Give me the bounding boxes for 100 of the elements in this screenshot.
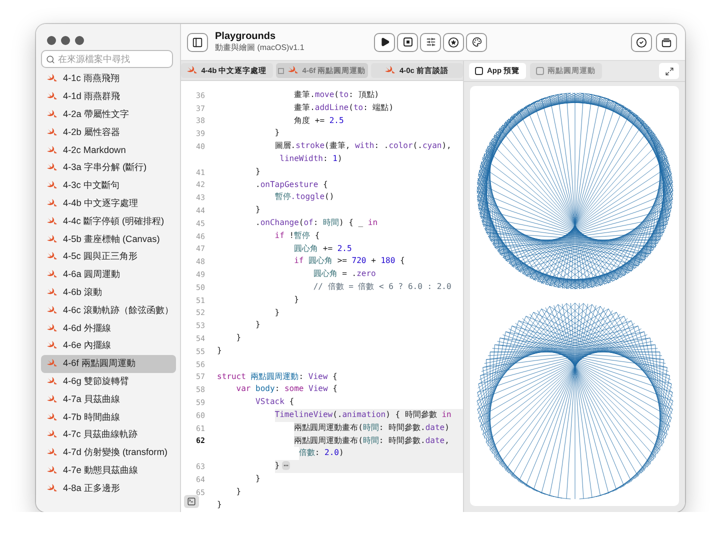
code-line: } — [236, 332, 242, 344]
sidebar-item[interactable]: 4-6f 兩點圓周運動 — [41, 354, 176, 373]
code-line: 角度 += 2.5 — [294, 114, 345, 127]
bird-icon — [47, 448, 57, 458]
sliders-button[interactable] — [420, 32, 441, 52]
code-line: 圓心角 += 2.5 — [294, 242, 353, 255]
sidebar-item[interactable]: 4-7c 貝茲曲線軌跡 — [41, 426, 176, 444]
sidebar-item[interactable]: 4-7a 貝茲曲線 — [41, 390, 176, 408]
sidebar-item[interactable]: 4-5c 圓與正三角形 — [41, 248, 176, 266]
stop-button[interactable] — [397, 32, 418, 52]
sliders-icon — [426, 37, 436, 47]
bird-icon — [47, 234, 57, 244]
bird-icon — [47, 74, 57, 84]
sidebar-item[interactable]: 4-7b 時間曲線 — [41, 408, 176, 426]
bird-icon — [47, 252, 57, 262]
sidebar-item[interactable]: 4-6d 外擺線 — [41, 319, 176, 337]
sidebar-item[interactable]: 4-6e 內擺線 — [41, 336, 176, 355]
bird-icon — [47, 466, 57, 475]
code-line: } — [274, 127, 281, 140]
code-line: } — [256, 472, 262, 485]
sidebar-item[interactable]: 4-4b 中文逐字處理 — [41, 194, 176, 212]
bird-icon — [47, 163, 57, 172]
code-line: 暫停.toggle() — [274, 191, 336, 204]
code-line: 圓心角 = .zero — [313, 268, 377, 280]
bird-icon — [47, 288, 57, 297]
app-icon — [475, 67, 483, 75]
sidebar-toggle-button[interactable] — [187, 32, 208, 52]
expand-button[interactable] — [659, 63, 679, 79]
bird-icon — [47, 198, 57, 208]
bird-icon — [385, 66, 396, 75]
search-placeholder: 在來源檔案中尋找 — [58, 52, 130, 66]
search-icon — [46, 54, 55, 64]
sidebar-item[interactable]: 4-4c 斷字停頓 (明確排程) — [41, 212, 176, 230]
bird-icon — [47, 216, 57, 226]
bird-icon — [47, 412, 57, 422]
star-icon — [448, 36, 459, 48]
sidebar-item[interactable]: 4-2a 帶屬性文字 — [41, 106, 176, 124]
window-title: Playgrounds — [215, 31, 277, 42]
sidebar-item[interactable]: 4-1d 雨燕群飛 — [41, 88, 176, 106]
bird-icon — [47, 92, 57, 102]
bird-icon — [47, 324, 57, 333]
bird-icon — [47, 484, 57, 493]
bird-icon — [47, 341, 57, 350]
sidebar-item[interactable]: 4-6c 滾動軌跡（餘弦函數） — [41, 301, 176, 320]
code-line: 畫筆.addLine(to: 端點) — [294, 102, 395, 114]
bird-icon — [47, 181, 57, 190]
sidebar-item[interactable]: 4-2b 屬性容器 — [41, 123, 176, 142]
sidebar-item[interactable]: 4-3a 字串分解 (斷行) — [41, 158, 176, 177]
check-button[interactable] — [631, 32, 652, 52]
sidebar-item[interactable]: 4-8a 正多邊形 — [41, 479, 176, 498]
bird-icon — [47, 430, 57, 440]
library-button[interactable] — [656, 32, 677, 52]
code-line: .onChange(of: 時間) { _ in — [256, 216, 379, 229]
bird-icon — [47, 270, 57, 280]
bird-icon — [47, 306, 57, 315]
code-line: struct 兩點圓周運動: View { — [217, 370, 338, 383]
code-line: 畫筆.move(to: 頂點) — [294, 89, 380, 101]
bird-icon — [47, 394, 57, 404]
console-icon — [187, 497, 196, 506]
bird-icon — [288, 66, 298, 75]
expand-icon — [664, 66, 674, 76]
stop-icon — [402, 37, 412, 47]
palette-button[interactable] — [466, 32, 487, 52]
code-line: } — [294, 294, 300, 306]
bird-icon — [47, 110, 57, 119]
code-line: VStack { — [256, 396, 296, 408]
code-line: if 圓心角 >= 720 + 180 { — [294, 255, 406, 268]
sidebar-item[interactable]: 4-2c Markdown — [41, 141, 176, 159]
code-line: var body: some View { — [236, 383, 338, 396]
code-line: .onTapGesture { — [256, 178, 329, 191]
bird-icon — [47, 146, 57, 155]
palette-icon — [472, 37, 482, 47]
sidebar-item[interactable]: 4-6g 雙節旋轉臂 — [41, 372, 176, 390]
bird-icon — [187, 66, 198, 75]
code-line: } — [256, 319, 262, 332]
code-line: lineWidth: 1) — [280, 152, 344, 165]
sidebar-item[interactable]: 4-7e 動態貝茲曲線 — [41, 462, 176, 480]
code-line: if !暫停 { — [274, 230, 321, 242]
sidebar-item[interactable]: 4-6a 圓周運動 — [41, 266, 176, 284]
sidebar-item[interactable]: 4-5b 畫座標軸 (Canvas) — [41, 230, 176, 248]
window-subtitle: 動畫與繪圖 (macOS)v1.1 — [215, 42, 304, 53]
window-icon — [536, 67, 544, 75]
star-button[interactable] — [443, 32, 464, 52]
code-line: } — [217, 344, 223, 357]
sidebar-item[interactable]: 4-3c 中文斷句 — [41, 176, 176, 195]
code-line: // 倍數 = 倍數 < 6 ? 6.0 : 2.0 — [313, 280, 452, 293]
code-line: 圖層.stroke(畫筆, with: .color(.cyan), — [274, 140, 452, 152]
code-line: } — [217, 498, 223, 510]
sidebar-icon — [192, 36, 203, 48]
checkmark-icon — [636, 36, 647, 48]
code-line: } — [274, 306, 281, 319]
code-line: } — [256, 166, 262, 178]
sidebar-item[interactable]: 4-1c 雨燕飛翔 — [41, 70, 176, 88]
sidebar-item[interactable]: 4-7d 仿射變換 (transform) — [41, 444, 176, 462]
console-button[interactable] — [184, 495, 199, 508]
play-button[interactable] — [374, 32, 395, 52]
sidebar-item[interactable]: 4-6b 滾動 — [41, 284, 176, 302]
play-icon — [380, 37, 390, 47]
code-line: } — [256, 204, 262, 216]
bird-icon — [47, 359, 57, 368]
